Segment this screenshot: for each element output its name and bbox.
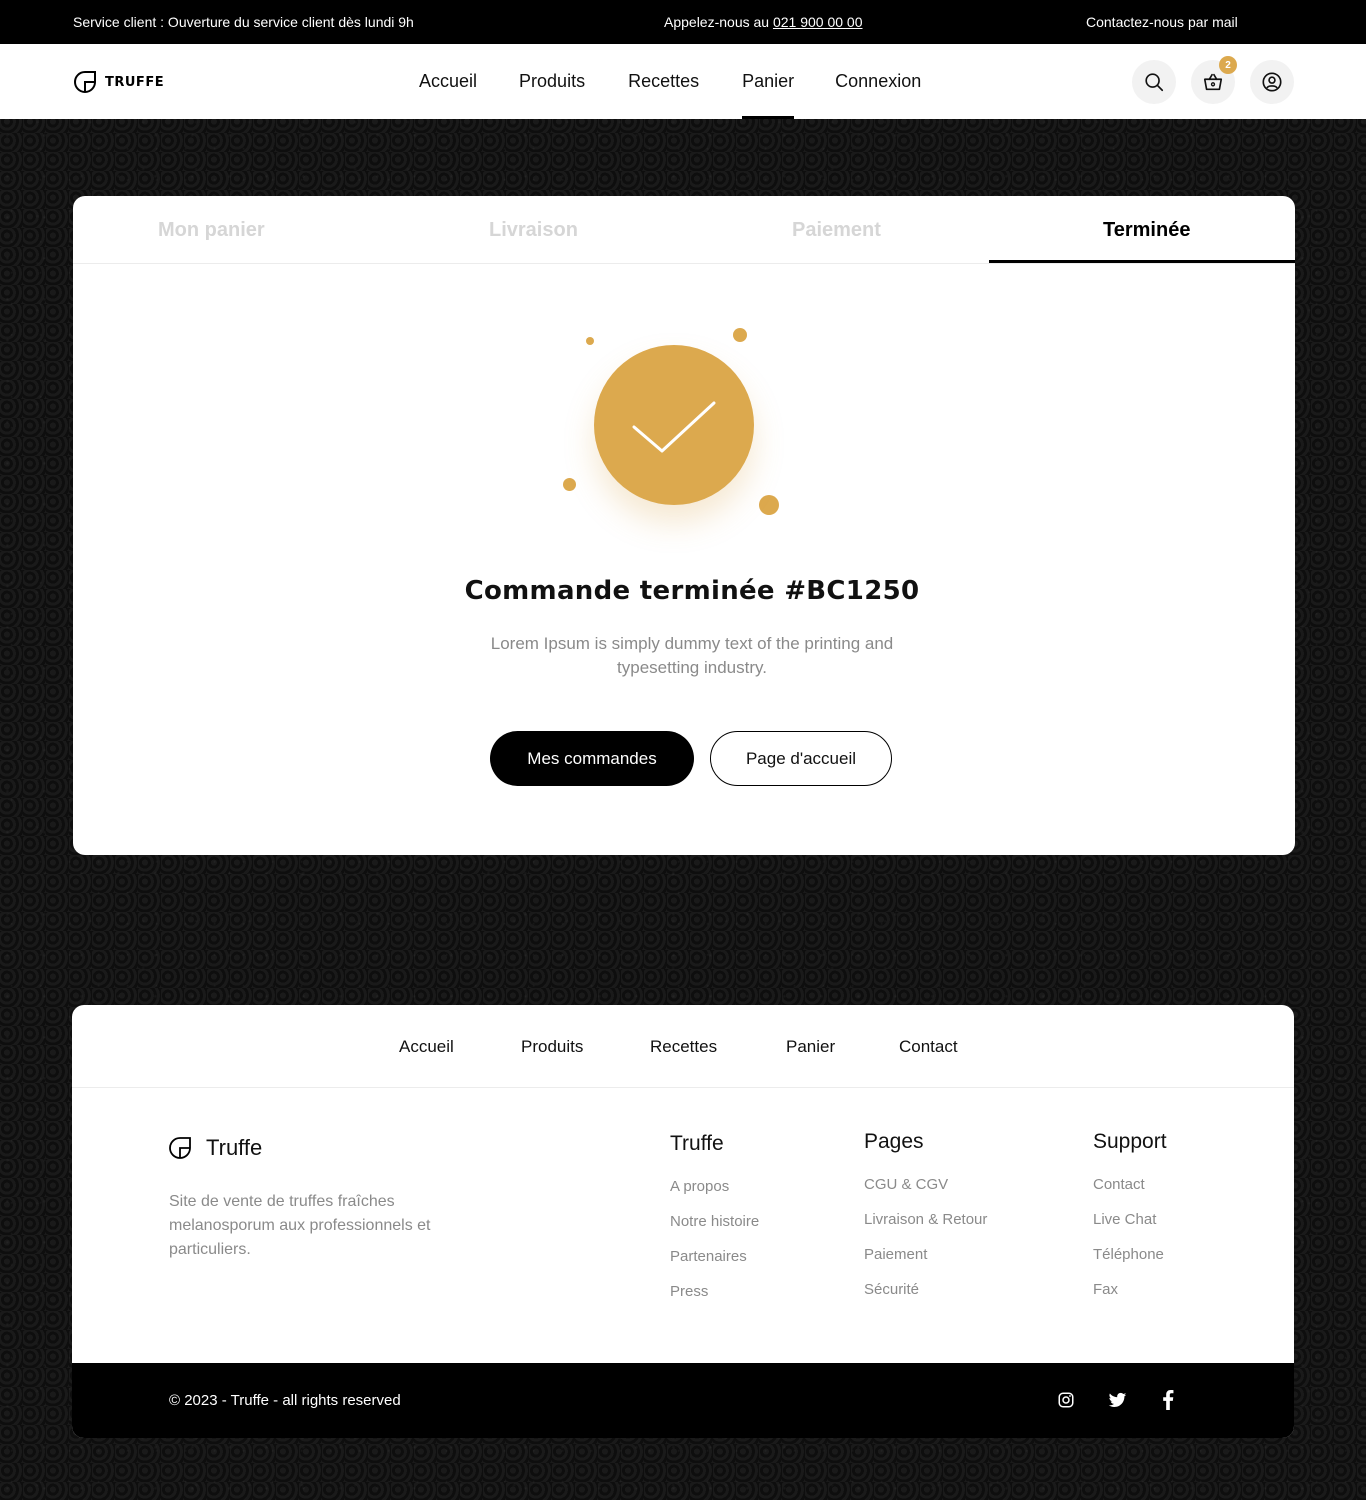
logo-icon xyxy=(74,71,96,93)
phone-callout: Appelez-nous au 021 900 00 00 xyxy=(664,14,863,30)
footer-nav: Accueil Produits Recettes Panier Contact xyxy=(72,1005,1294,1088)
confetti-dot xyxy=(759,495,779,515)
footer-description: Site de vente de truffes fraîches melano… xyxy=(169,1193,431,1258)
footer-logo[interactable]: Truffe xyxy=(168,1135,262,1161)
search-icon xyxy=(1145,73,1164,92)
facebook-link[interactable] xyxy=(1157,1389,1179,1411)
logo-text: TRUFFE xyxy=(105,74,165,90)
nav-panier[interactable]: Panier xyxy=(742,44,795,119)
footer-nav-contact[interactable]: Contact xyxy=(899,1037,958,1057)
cart-count-badge: 2 xyxy=(1219,56,1237,74)
step-paiement[interactable]: Paiement xyxy=(792,196,881,264)
confetti-dot xyxy=(586,337,594,345)
instagram-icon xyxy=(1058,1392,1074,1408)
site-header: TRUFFE Accueil Produits Recettes Panier … xyxy=(0,44,1366,119)
order-complete-card: Mon panier Livraison Paiement Terminée C… xyxy=(73,196,1295,855)
basket-icon xyxy=(1203,73,1223,91)
success-illustration xyxy=(553,316,813,536)
home-page-button[interactable]: Page d'accueil xyxy=(710,731,892,786)
checkmark-icon xyxy=(632,401,716,453)
footer-column-pages: Pages CGU & CGV Livraison & Retour Paiem… xyxy=(864,1130,987,1316)
step-terminee[interactable]: Terminée xyxy=(1103,196,1190,264)
order-title: Commande terminée #BC1250 xyxy=(464,576,920,606)
checkout-steps: Mon panier Livraison Paiement Terminée xyxy=(73,196,1295,264)
footer-column-title: Support xyxy=(1093,1130,1167,1153)
main-nav: Accueil Produits Recettes Panier Connexi… xyxy=(419,44,921,119)
my-orders-button[interactable]: Mes commandes xyxy=(490,731,694,786)
customer-service-notice: Service client : Ouverture du service cl… xyxy=(73,14,414,30)
top-bar: Service client : Ouverture du service cl… xyxy=(0,0,1366,44)
cart-button[interactable]: 2 xyxy=(1191,56,1237,104)
nav-connexion[interactable]: Connexion xyxy=(835,44,921,119)
confetti-dot xyxy=(563,478,576,491)
footer-column-support: Support Contact Live Chat Téléphone Fax xyxy=(1093,1130,1167,1316)
site-footer: Accueil Produits Recettes Panier Contact… xyxy=(72,1005,1294,1438)
footer-nav-accueil[interactable]: Accueil xyxy=(399,1037,454,1057)
confetti-dot xyxy=(733,328,747,342)
footer-link-telephone[interactable]: Téléphone xyxy=(1093,1246,1167,1281)
footer-column-title: Truffe xyxy=(670,1132,724,1155)
footer-link-contact[interactable]: Contact xyxy=(1093,1176,1167,1211)
footer-column-title: Pages xyxy=(864,1130,924,1153)
step-livraison[interactable]: Livraison xyxy=(489,196,578,264)
footer-link-cgu-cgv[interactable]: CGU & CGV xyxy=(864,1176,987,1211)
footer-link-live-chat[interactable]: Live Chat xyxy=(1093,1211,1167,1246)
active-step-indicator xyxy=(989,260,1295,263)
success-circle xyxy=(594,345,754,505)
footer-brand-name: Truffe xyxy=(206,1135,263,1160)
footer-link-a-propos[interactable]: A propos xyxy=(670,1178,759,1213)
footer-link-livraison-retour[interactable]: Livraison & Retour xyxy=(864,1211,987,1246)
account-button[interactable] xyxy=(1250,60,1294,104)
footer-column-truffe: Truffe A propos Notre histoire Partenair… xyxy=(670,1132,759,1318)
nav-accueil[interactable]: Accueil xyxy=(419,44,477,119)
footer-link-notre-histoire[interactable]: Notre histoire xyxy=(670,1213,759,1248)
phone-prefix: Appelez-nous au xyxy=(664,14,770,30)
search-button[interactable] xyxy=(1132,60,1176,104)
footer-link-fax[interactable]: Fax xyxy=(1093,1281,1167,1316)
twitter-icon xyxy=(1108,1392,1126,1407)
footer-link-partenaires[interactable]: Partenaires xyxy=(670,1248,759,1283)
footer-nav-panier[interactable]: Panier xyxy=(786,1037,835,1057)
footer-bottom-bar: © 2023 - Truffe - all rights reserved xyxy=(72,1363,1294,1438)
twitter-link[interactable] xyxy=(1106,1389,1128,1411)
logo-icon xyxy=(169,1137,191,1159)
contact-mail-link[interactable]: Contactez-nous par mail xyxy=(1086,14,1238,30)
nav-recettes[interactable]: Recettes xyxy=(628,44,699,119)
footer-link-securite[interactable]: Sécurité xyxy=(864,1281,987,1316)
logo[interactable]: TRUFFE xyxy=(73,70,164,94)
order-description: Lorem Ipsum is simply dummy text of the … xyxy=(490,634,894,677)
user-icon xyxy=(1262,72,1282,92)
footer-link-paiement[interactable]: Paiement xyxy=(864,1246,987,1281)
facebook-icon xyxy=(1163,1390,1174,1410)
step-mon-panier[interactable]: Mon panier xyxy=(158,196,265,264)
footer-link-press[interactable]: Press xyxy=(670,1283,759,1318)
phone-link[interactable]: 021 900 00 00 xyxy=(773,14,863,30)
footer-nav-produits[interactable]: Produits xyxy=(521,1037,583,1057)
copyright-text: © 2023 - Truffe - all rights reserved xyxy=(169,1392,401,1409)
instagram-link[interactable] xyxy=(1055,1389,1077,1411)
footer-nav-recettes[interactable]: Recettes xyxy=(650,1037,717,1057)
nav-produits[interactable]: Produits xyxy=(519,44,585,119)
